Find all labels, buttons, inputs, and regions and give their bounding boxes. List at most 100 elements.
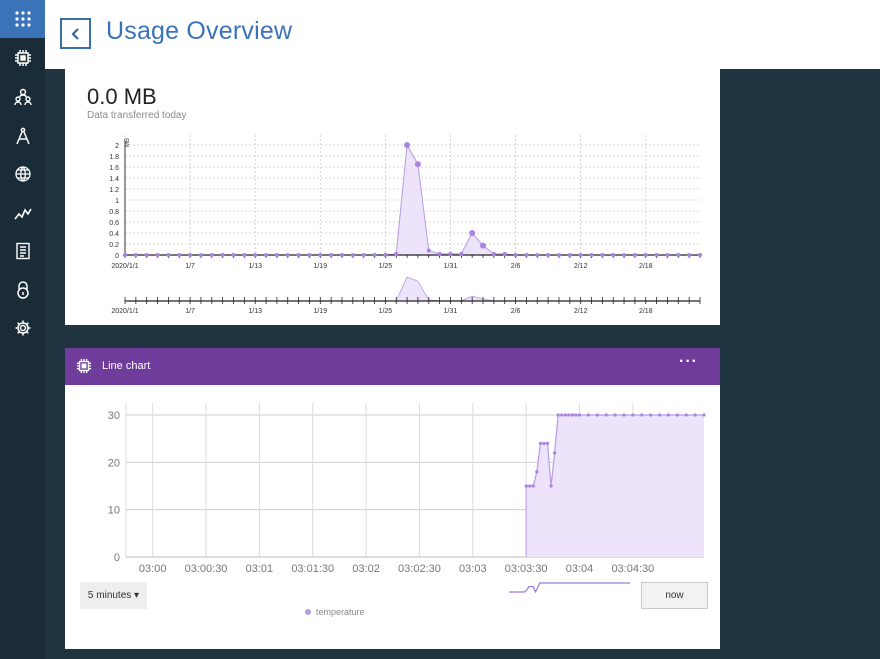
data-point [632,253,637,257]
data-point [542,441,546,445]
data-point [556,253,561,257]
data-point [437,251,442,256]
apps-grid-icon[interactable] [0,0,45,38]
navigator-area [125,276,700,302]
y-tick-label: 1.4 [109,176,119,183]
usage-chart: 2 1.8 1.6 1.4 1.2 1 0.8 0.6 0.4 0.2 0 MB 2020/1/1 1/7… [109,135,702,315]
data-point [307,253,312,257]
data-point [339,253,344,257]
data-point [426,248,431,253]
x-tick-label: 03:03 [459,563,487,575]
data-point [589,253,594,257]
x-tick-label: 03:01:30 [291,563,334,575]
navigator-tick-label: 1/19 [313,308,327,315]
x-tick-label: 03:02 [352,563,380,575]
time-range-dropdown[interactable]: 5 minutes ▾ [80,582,147,609]
data-point [698,253,702,257]
logs-icon[interactable] [0,232,45,270]
x-tick-label: 2/6 [511,263,521,270]
data-point [595,413,599,417]
data-point [640,413,644,417]
navigator-tick-label: 1/7 [185,308,195,315]
data-point [231,253,236,257]
data-point [528,484,532,488]
members-icon[interactable] [0,78,45,116]
data-point [264,253,269,257]
data-point [524,253,529,257]
line-chart-header: Line chart ··· [65,348,720,385]
data-point [560,413,564,417]
data-point [549,484,553,488]
data-point [535,470,539,474]
data-point [563,413,567,417]
chevron-left-icon [71,27,79,40]
data-point [220,253,225,257]
security-lock-icon[interactable] [0,271,45,309]
data-point [586,413,591,417]
data-point [545,441,550,445]
x-tick-label: 03:04:30 [611,563,654,575]
data-point [649,413,653,417]
data-point [361,253,366,257]
overflow-menu-icon[interactable]: ··· [679,353,698,371]
y-tick-label: 0.6 [109,220,119,227]
x-tick-label: 1/19 [313,263,327,270]
data-point [133,253,138,257]
data-point [567,413,571,417]
data-point [702,413,706,417]
y-tick-label: 0.8 [109,209,119,216]
data-point [350,253,355,257]
x-tick-label: 03:01 [246,563,274,575]
device-chip-icon[interactable] [0,39,45,77]
x-tick-label: 03:00:30 [185,563,228,575]
data-point [414,161,421,168]
data-point [404,142,411,148]
data-point [665,253,670,257]
data-point [675,413,679,417]
data-point [693,413,697,417]
x-tick-label: 03:03:30 [505,563,548,575]
data-point [123,253,127,257]
settings-gear-icon[interactable] [0,309,45,347]
data-point [611,253,616,257]
data-point [253,253,258,257]
data-point [631,413,635,417]
data-point [242,253,247,257]
data-point [285,253,290,257]
y-tick-label: 0.2 [109,242,119,249]
x-tick-label: 2/18 [639,263,653,270]
y-tick-label: 1.6 [109,165,119,172]
y-tick-label: 0 [115,253,119,260]
x-tick-label: 03:00 [139,563,167,575]
data-point [622,413,626,417]
temperature-chart: 30 20 10 0 03:00 03:00:30 03:01 03:01:30 03:02 03… [108,403,706,594]
rules-compass-icon[interactable] [0,117,45,155]
data-point [502,251,507,256]
navigator-tick-label: 2/12 [574,308,588,315]
data-point [491,251,496,256]
chart-legend[interactable]: temperature [305,607,365,617]
data-point [166,253,171,257]
data-point [657,413,662,417]
data-point [469,230,476,236]
data-point [574,413,578,417]
data-point [643,253,648,257]
now-button[interactable]: now [641,582,708,609]
navigator-line [509,582,630,594]
y-tick-label: 2 [115,143,119,150]
x-tick-label: 1/31 [444,263,458,270]
data-point [578,253,583,257]
x-tick-label: 03:02:30 [398,563,441,575]
back-button[interactable] [60,18,91,49]
x-tick-label: 2020/1/1 [111,263,138,270]
data-point [524,484,528,488]
globe-icon[interactable] [0,155,45,193]
data-point [394,251,399,256]
data-point [209,253,214,257]
data-point [538,441,542,445]
sidebar [0,0,45,659]
usage-card: 0.0 MB Data transferred today 2 1.8 1.6 1.4… [65,69,720,325]
analytics-icon[interactable] [0,194,45,232]
data-point [383,253,388,257]
data-point [535,253,540,257]
